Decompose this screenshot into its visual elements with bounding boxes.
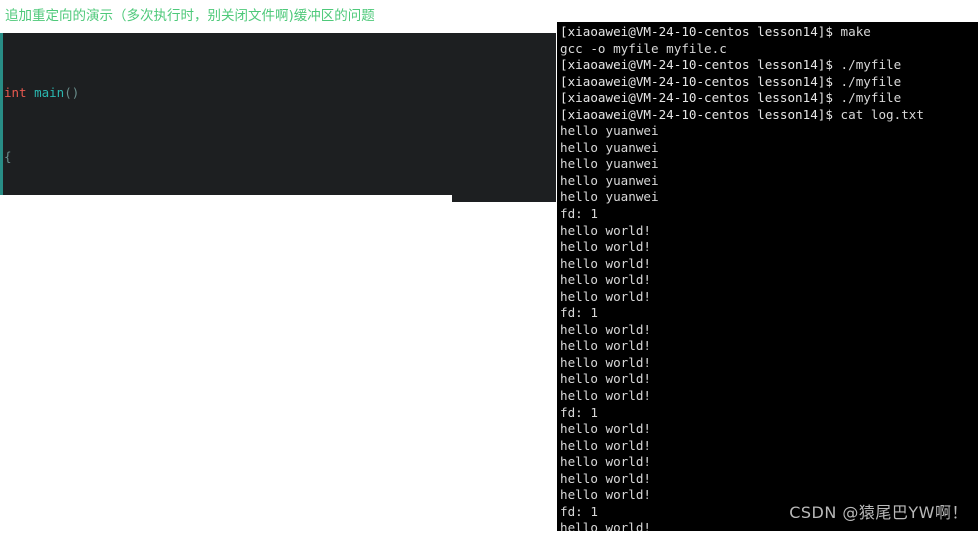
article-left-pane: 追加重定向的演示（多次执行时，别关闭文件啊)缓冲区的问题 int main() … — [0, 0, 556, 533]
shell-prompt: [xiaoawei@VM-24-10-centos lesson14]$ — [560, 57, 833, 73]
shell-command: ./myfile — [832, 73, 902, 89]
terminal-output-line: hello world! — [560, 272, 651, 288]
terminal-output-line: hello world! — [560, 371, 651, 387]
terminal-command-line: [xiaoawei@VM-24-10-centos lesson14]$ ./m… — [560, 90, 924, 107]
code-line-2: { — [4, 149, 12, 165]
page-title: 追加重定向的演示（多次执行时，别关闭文件啊)缓冲区的问题 — [5, 8, 375, 24]
code-listing: int main() { close(1); int fd = open("./… — [4, 36, 478, 202]
terminal-output-line: fd: 1 — [560, 305, 598, 321]
terminal-output-line: hello yuanwei — [560, 139, 659, 155]
shell-command: ./myfile — [832, 57, 902, 73]
terminal-output-line: hello yuanwei — [560, 156, 659, 172]
terminal-command-line: [xiaoawei@VM-24-10-centos lesson14]$ ./m… — [560, 74, 924, 91]
terminal-output-line: hello world! — [560, 470, 651, 486]
shell-prompt: [xiaoawei@VM-24-10-centos lesson14]$ — [560, 24, 833, 39]
code-block-crop-notch-right — [452, 202, 556, 210]
terminal-output-line: hello world! — [560, 421, 651, 437]
terminal-output-line: hello world! — [560, 239, 651, 255]
terminal-output-line: hello world! — [560, 338, 651, 354]
terminal-output-line: fd: 1 — [560, 206, 598, 222]
code-line-1: int main() — [4, 84, 80, 100]
csdn-watermark: CSDN @猿尾巴YW啊！ — [789, 503, 968, 522]
terminal-output-line: hello world! — [560, 437, 651, 453]
terminal-command-line: [xiaoawei@VM-24-10-centos lesson14]$ mak… — [560, 24, 924, 41]
terminal-output-line: hello world! — [560, 222, 651, 238]
shell-command: make — [832, 24, 871, 39]
shell-command: ./myfile — [832, 90, 902, 106]
code-accent-strip — [0, 33, 3, 202]
terminal-output-line: fd: 1 — [560, 404, 598, 420]
terminal-output-line: hello yuanwei — [560, 123, 659, 139]
terminal-output-line: hello world! — [560, 288, 651, 304]
shell-command: cat log.txt — [832, 106, 924, 122]
terminal-window[interactable]: [xiaoawei@VM-24-10-centos lesson14]$ mak… — [557, 22, 978, 531]
terminal-command-line: [xiaoawei@VM-24-10-centos lesson14]$ cat… — [560, 107, 924, 124]
terminal-command-line: [xiaoawei@VM-24-10-centos lesson14]$ ./m… — [560, 57, 924, 74]
terminal-output-line: hello world! — [560, 354, 651, 370]
terminal-output-line: hello world! — [560, 487, 651, 503]
terminal-output-line: hello yuanwei — [560, 172, 659, 188]
terminal-output-line: hello world! — [560, 255, 651, 271]
terminal-output: [xiaoawei@VM-24-10-centos lesson14]$ mak… — [560, 24, 924, 531]
shell-prompt: [xiaoawei@VM-24-10-centos lesson14]$ — [560, 106, 833, 122]
terminal-output-line: gcc -o myfile myfile.c — [560, 40, 727, 56]
terminal-output-line: hello world! — [560, 454, 651, 470]
shell-prompt: [xiaoawei@VM-24-10-centos lesson14]$ — [560, 73, 833, 89]
terminal-output-line: hello world! — [560, 388, 651, 404]
code-block-crop-notch — [0, 195, 452, 204]
shell-prompt: [xiaoawei@VM-24-10-centos lesson14]$ — [560, 90, 833, 106]
code-block: int main() { close(1); int fd = open("./… — [0, 33, 556, 202]
terminal-output-line: hello world! — [560, 321, 651, 337]
terminal-output-line: hello yuanwei — [560, 189, 659, 205]
